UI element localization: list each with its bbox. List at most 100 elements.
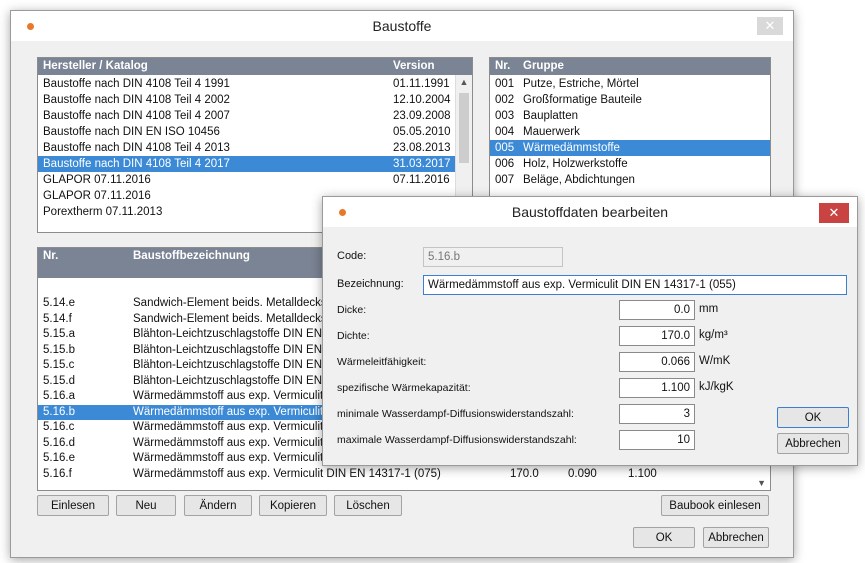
group-col-nr[interactable]: Nr. [495, 60, 510, 72]
main-window-title: Baustoffe [372, 18, 432, 34]
catalog-header: Hersteller / Katalog Version [38, 58, 472, 75]
material-row[interactable]: 5.16.f Wärmedämmstoff aus exp. Vermiculit… [38, 467, 770, 482]
material-nr: 5.16.b [43, 405, 75, 418]
material-name: Sandwich-Element beids. Metalldecks [133, 312, 327, 325]
kopieren-button[interactable]: Kopieren [259, 495, 327, 516]
group-col-name[interactable]: Gruppe [523, 60, 564, 72]
dialog-close-icon[interactable]: ✕ [819, 203, 849, 223]
material-name: Wärmedämmstoff aus exp. Vermiculit D [133, 436, 335, 449]
catalog-name: Porextherm 07.11.2013 [43, 206, 163, 218]
catalog-row[interactable]: Baustoffe nach DIN 4108 Teil 4 2013 23.08… [38, 140, 472, 156]
group-nr: 003 [495, 110, 515, 122]
dicke-unit: mm [699, 303, 719, 315]
material-name: Blähton-Leichtzuschlagstoffe DIN EN [133, 374, 322, 387]
catalog-name: Baustoffe nach DIN 4108 Teil 4 2007 [43, 110, 230, 122]
catalog-row[interactable]: Baustoffe nach DIN 4108 Teil 4 1991 01.11… [38, 76, 472, 92]
min-diffusion-label: minimale Wasserdampf-Diffusionswiderstan… [337, 408, 574, 420]
material-col-nr[interactable]: Nr. [43, 250, 58, 262]
scrollbar-thumb[interactable] [459, 93, 469, 163]
material-nr: 5.15.b [43, 343, 75, 356]
catalog-row[interactable]: Baustoffe nach DIN 4108 Teil 4 2007 23.09… [38, 108, 472, 124]
material-nr: 5.16.f [43, 467, 72, 480]
group-row[interactable]: 002 Großformatige Bauteile [490, 92, 770, 108]
group-nr: 005 [495, 142, 515, 154]
dicke-field[interactable]: 0.0 [619, 300, 695, 320]
dialog-ok-button[interactable]: OK [777, 407, 849, 428]
min-diffusion-field[interactable]: 3 [619, 404, 695, 424]
material-nr: 5.16.a [43, 390, 75, 402]
catalog-name: Baustoffe nach DIN 4108 Teil 4 1991 [43, 78, 230, 90]
group-header: Nr. Gruppe [490, 58, 770, 75]
catalog-row[interactable]: GLAPOR 07.11.2016 07.11.2016 [38, 172, 472, 188]
material-nr: 5.15.d [43, 374, 75, 387]
scroll-up-icon[interactable]: ▲ [456, 77, 472, 91]
material-name: Blähton-Leichtzuschlagstoffe DIN EN [133, 343, 322, 356]
dichte-field[interactable]: 170.0 [619, 326, 695, 346]
group-list[interactable]: Nr. Gruppe 001 Putze, Estriche, Mörtel 002… [489, 57, 771, 197]
close-icon[interactable]: ✕ [757, 17, 783, 35]
waermeleitfaehigkeit-label: Wärmeleitfähigkeit: [337, 356, 427, 368]
material-density: 170.0 [510, 467, 539, 480]
material-col-name[interactable]: Baustoffbezeichnung [133, 250, 250, 262]
group-nr: 006 [495, 158, 515, 170]
material-lambda: 0.090 [568, 467, 597, 480]
group-row[interactable]: 007 Beläge, Abdichtungen [490, 172, 770, 188]
neu-button[interactable]: Neu [116, 495, 176, 516]
group-row[interactable]: 005 Wärmedämmstoffe [490, 140, 770, 156]
loeschen-button[interactable]: Löschen [334, 495, 402, 516]
baubook-button[interactable]: Baubook einlesen [661, 495, 769, 516]
material-name: Wärmedämmstoff aus exp. Vermiculit D [133, 452, 335, 464]
max-diffusion-field[interactable]: 10 [619, 430, 695, 450]
group-nr: 004 [495, 126, 515, 138]
material-name: Wärmedämmstoff aus exp. Vermiculit D [133, 421, 335, 433]
group-row[interactable]: 006 Holz, Holzwerkstoffe [490, 156, 770, 172]
material-nr: 5.14.f [43, 312, 72, 325]
catalog-col-name[interactable]: Hersteller / Katalog [43, 60, 148, 72]
abbrechen-button[interactable]: Abbrechen [703, 527, 769, 548]
catalog-version: 23.08.2013 [393, 142, 451, 154]
catalog-row[interactable]: Baustoffe nach DIN 4108 Teil 4 2017 31.03… [38, 156, 472, 172]
dialog-titlebar: Baustoffdaten bearbeiten ✕ [323, 197, 857, 227]
catalog-version: 31.03.2017 [393, 158, 451, 170]
dialog-app-icon [339, 209, 346, 216]
code-field: 5.16.b [423, 247, 563, 267]
scroll-down-icon[interactable]: ▼ [757, 478, 766, 488]
group-row[interactable]: 001 Putze, Estriche, Mörtel [490, 76, 770, 92]
catalog-col-version[interactable]: Version [393, 60, 435, 72]
catalog-row[interactable]: Baustoffe nach DIN EN ISO 10456 05.05.201… [38, 124, 472, 140]
material-nr: 5.14.e [43, 297, 75, 309]
group-name: Putze, Estriche, Mörtel [523, 78, 639, 90]
aendern-button[interactable]: Ändern [184, 495, 252, 516]
edit-dialog: Baustoffdaten bearbeiten ✕ Code: 5.16.b … [322, 196, 858, 466]
group-nr: 007 [495, 174, 515, 186]
waermekapazitaet-field[interactable]: 1.100 [619, 378, 695, 398]
dialog-title: Baustoffdaten bearbeiten [511, 204, 669, 220]
waermeleitfaehigkeit-unit: W/mK [699, 355, 731, 367]
code-label: Code: [337, 250, 367, 262]
group-row[interactable]: 004 Mauerwerk [490, 124, 770, 140]
dialog-cancel-button[interactable]: Abbrechen [777, 433, 849, 454]
catalog-version: 23.09.2008 [393, 110, 451, 122]
material-name: Wärmedämmstoff aus exp. Vermiculit D [133, 405, 335, 418]
ok-button[interactable]: OK [633, 527, 695, 548]
catalog-version: 01.11.1991 [393, 78, 450, 90]
catalog-version: 05.05.2010 [393, 126, 451, 138]
waermeleitfaehigkeit-field[interactable]: 0.066 [619, 352, 695, 372]
einlesen-button[interactable]: Einlesen [37, 495, 109, 516]
catalog-name: Baustoffe nach DIN 4108 Teil 4 2002 [43, 94, 230, 106]
material-name: Wärmedämmstoff aus exp. Vermiculit DIN E… [133, 467, 441, 480]
group-name: Holz, Holzwerkstoffe [523, 158, 628, 170]
catalog-name: Baustoffe nach DIN 4108 Teil 4 2017 [43, 158, 230, 170]
catalog-name: GLAPOR 07.11.2016 [43, 174, 151, 186]
material-capacity: 1.100 [628, 467, 657, 480]
name-field[interactable]: Wärmedämmstoff aus exp. Vermiculit DIN E… [423, 275, 847, 295]
material-name: Wärmedämmstoff aus exp. Vermiculit D [133, 390, 335, 402]
catalog-row[interactable]: Baustoffe nach DIN 4108 Teil 4 2002 12.10… [38, 92, 472, 108]
group-name: Wärmedämmstoffe [523, 142, 620, 154]
material-nr: 5.16.e [43, 452, 75, 464]
group-name: Beläge, Abdichtungen [523, 174, 635, 186]
group-nr: 001 [495, 78, 515, 90]
dicke-label: Dicke: [337, 304, 367, 316]
group-row[interactable]: 003 Bauplatten [490, 108, 770, 124]
catalog-version: 07.11.2016 [393, 174, 450, 186]
